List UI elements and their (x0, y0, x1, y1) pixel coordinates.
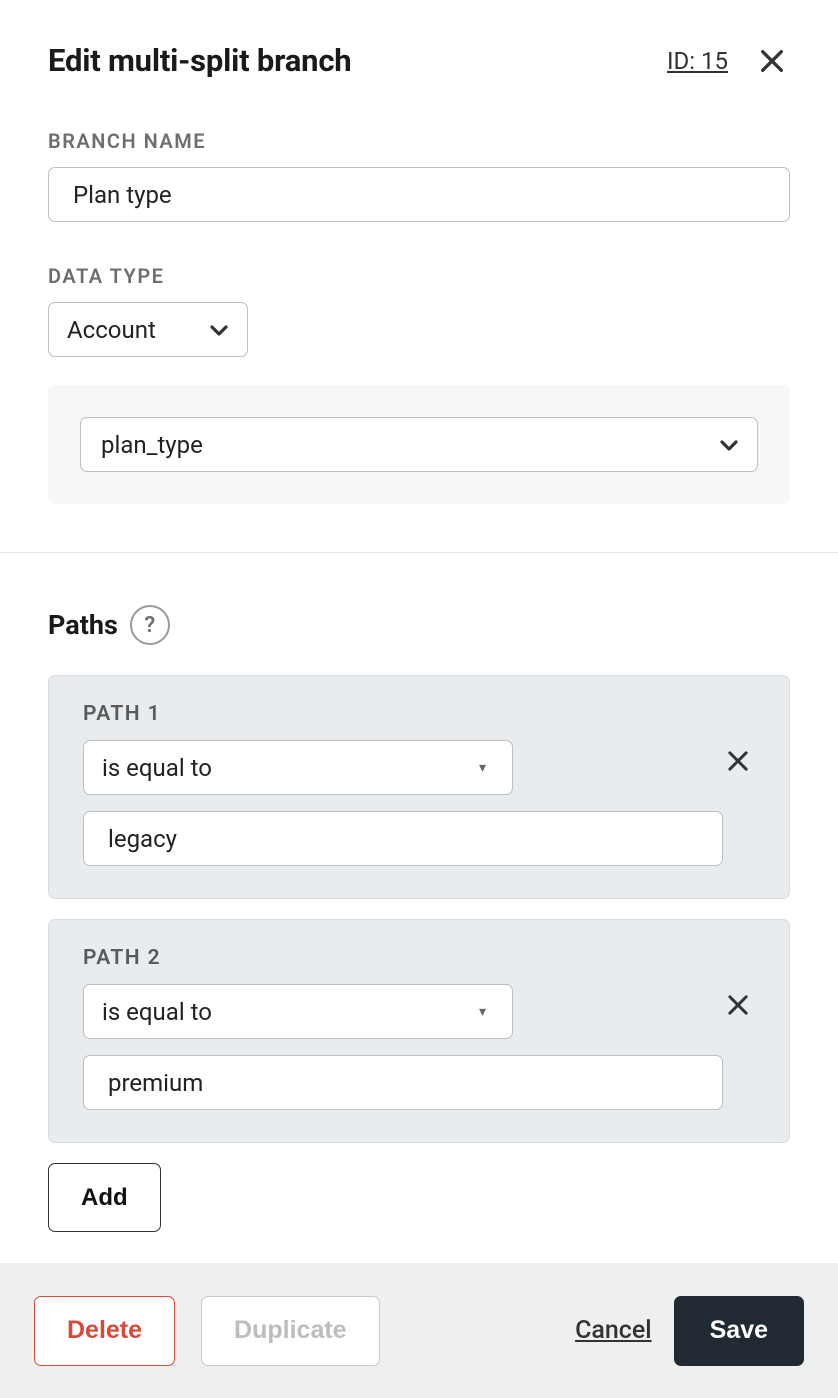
remove-path-icon[interactable] (721, 988, 755, 1022)
data-type-value: Account (67, 316, 156, 344)
section-divider (0, 552, 838, 553)
branch-name-value: Plan type (73, 181, 172, 209)
field-select[interactable]: plan_type (80, 417, 758, 472)
branch-name-label: BRANCH NAME (48, 129, 790, 153)
data-type-label: DATA TYPE (48, 264, 790, 288)
operator-select[interactable]: is equal to ▾ (83, 740, 513, 795)
chevron-down-icon (207, 303, 231, 356)
path-label: PATH 2 (83, 946, 755, 970)
close-icon[interactable] (754, 43, 790, 79)
duplicate-button[interactable]: Duplicate (201, 1296, 380, 1366)
delete-button[interactable]: Delete (34, 1296, 175, 1366)
add-path-button[interactable]: Add (48, 1163, 161, 1232)
path-card: PATH 1 is equal to ▾ legacy (48, 675, 790, 899)
remove-path-icon[interactable] (721, 744, 755, 778)
dialog-header: Edit multi-split branch ID: 15 (48, 42, 790, 79)
help-icon[interactable]: ? (130, 605, 170, 645)
operator-value: is equal to (102, 754, 212, 782)
path-value-input[interactable]: legacy (83, 811, 723, 866)
field-well: plan_type (48, 385, 790, 504)
save-button[interactable]: Save (674, 1296, 804, 1366)
caret-down-icon: ▾ (479, 985, 486, 1038)
path-label: PATH 1 (83, 702, 755, 726)
operator-select[interactable]: is equal to ▾ (83, 984, 513, 1039)
field-value: plan_type (101, 431, 203, 459)
path-value-input[interactable]: premium (83, 1055, 723, 1110)
path-value: premium (108, 1069, 203, 1097)
paths-title: Paths (48, 609, 118, 641)
cancel-link[interactable]: Cancel (575, 1316, 652, 1345)
caret-down-icon: ▾ (479, 741, 486, 794)
operator-value: is equal to (102, 998, 212, 1026)
branch-name-input[interactable]: Plan type (48, 167, 790, 222)
footer-bar: Delete Duplicate Cancel Save (0, 1263, 838, 1398)
chevron-down-icon (717, 418, 741, 471)
data-type-select[interactable]: Account (48, 302, 248, 357)
path-value: legacy (108, 825, 177, 853)
dialog-title: Edit multi-split branch (48, 42, 351, 79)
path-card: PATH 2 is equal to ▾ premium (48, 919, 790, 1143)
id-link[interactable]: ID: 15 (667, 47, 728, 75)
